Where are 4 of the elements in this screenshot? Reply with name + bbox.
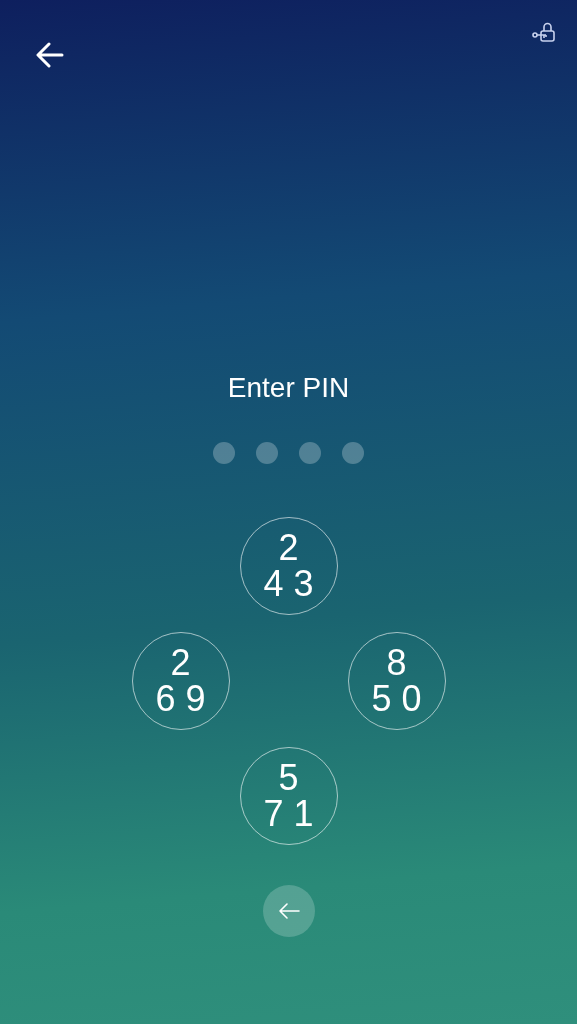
backspace-arrow-icon	[277, 902, 300, 920]
backspace-button[interactable]	[262, 885, 315, 937]
back-arrow-icon[interactable]	[36, 42, 64, 68]
title: Enter PIN	[227, 372, 350, 404]
